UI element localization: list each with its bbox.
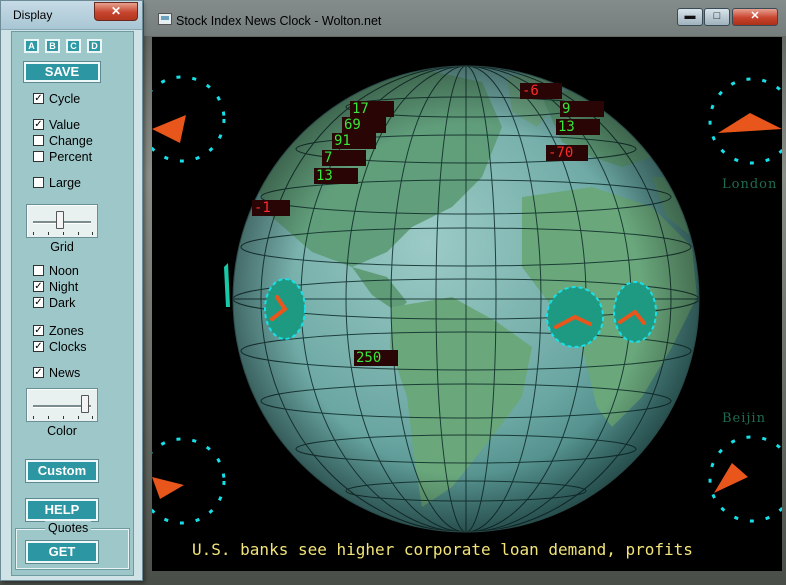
corner-hand-top-left <box>152 115 186 143</box>
corner-hand-top-right <box>718 113 782 133</box>
slider-tick <box>92 416 93 419</box>
slider-tick <box>33 232 34 235</box>
cycle-label: Cycle <box>49 92 81 106</box>
noon-label: Noon <box>49 264 79 278</box>
slider-tick <box>48 232 49 235</box>
window-title: Stock Index News Clock - Wolton.net <box>176 14 382 28</box>
night-checkbox-box[interactable]: ✓ <box>33 281 44 292</box>
noon-checkbox-box[interactable] <box>33 265 44 276</box>
display-panel-title: Display <box>13 8 53 22</box>
color-label: Color <box>47 424 77 438</box>
change-checkbox-box[interactable] <box>33 135 44 146</box>
large-label: Large <box>49 176 81 190</box>
preset-d-button[interactable]: D <box>87 39 102 53</box>
preset-a-button[interactable]: A <box>24 39 39 53</box>
quotes-group: Quotes GET <box>15 521 130 570</box>
corner-hand-bottom-right <box>714 463 748 493</box>
index-value-label[interactable]: -6 <box>520 83 562 99</box>
globe-canvas[interactable]: 17 69 91 7 13 -1 -6 9 13 -70 250 London … <box>152 37 782 571</box>
slider-tick <box>63 232 64 235</box>
clock-window: Stock Index News Clock - Wolton.net ▬ □ … <box>144 0 786 585</box>
index-value-label[interactable]: 69 <box>342 117 386 133</box>
display-panel-window: Display ✕ A B C D SAVE ✓ Cycle ✓ Value Cha… <box>0 0 143 581</box>
display-panel-titlebar[interactable]: Display ✕ <box>1 1 142 30</box>
custom-button[interactable]: Custom <box>25 459 99 483</box>
slider-tick <box>78 232 79 235</box>
dark-label: Dark <box>49 296 76 310</box>
slider-tick <box>63 416 64 419</box>
index-value-label[interactable]: 17 <box>350 101 394 117</box>
index-value-label[interactable]: -70 <box>546 145 588 161</box>
percent-checkbox-box[interactable] <box>33 151 44 162</box>
dark-checkbox-box[interactable]: ✓ <box>33 297 44 308</box>
display-panel-close-button[interactable]: ✕ <box>94 2 138 21</box>
slider-tick <box>48 416 49 419</box>
minimize-button[interactable]: ▬ <box>677 8 703 26</box>
close-button[interactable]: ✕ <box>732 8 778 26</box>
index-value-label[interactable]: 9 <box>560 101 604 117</box>
help-button[interactable]: HELP <box>25 498 99 522</box>
clock-africa-right <box>613 281 657 343</box>
quotes-label: Quotes <box>45 521 92 535</box>
color-slider[interactable] <box>26 388 98 422</box>
display-panel-body: A B C D SAVE ✓ Cycle ✓ Value Change Percen… <box>11 31 134 576</box>
index-value-label[interactable]: 13 <box>556 119 600 135</box>
slider-tick <box>33 416 34 419</box>
grid-slider-thumb[interactable] <box>56 211 64 229</box>
index-value-label[interactable]: 13 <box>314 168 358 184</box>
clock-window-titlebar[interactable]: Stock Index News Clock - Wolton.net ▬ □ … <box>144 0 786 36</box>
corner-hand-bottom-left <box>152 477 184 499</box>
grid-label: Grid <box>50 240 74 254</box>
percent-label: Percent <box>49 150 93 164</box>
clocks-checkbox-box[interactable]: ✓ <box>33 341 44 352</box>
zones-checkbox-box[interactable]: ✓ <box>33 325 44 336</box>
news-ticker[interactable]: U.S. banks see higher corporate loan dem… <box>192 540 693 559</box>
app-icon <box>158 13 172 25</box>
cycle-checkbox-box[interactable]: ✓ <box>33 93 44 104</box>
index-value-label[interactable]: 250 <box>354 350 398 366</box>
grid-slider[interactable] <box>26 204 98 238</box>
zones-label: Zones <box>49 324 84 338</box>
value-label: Value <box>49 118 81 132</box>
get-quotes-button[interactable]: GET <box>25 540 99 564</box>
preset-c-button[interactable]: C <box>66 39 81 53</box>
slider-tick <box>78 416 79 419</box>
preset-b-button[interactable]: B <box>45 39 60 53</box>
index-value-label[interactable]: -1 <box>252 200 290 216</box>
color-slider-thumb[interactable] <box>81 395 89 413</box>
night-label: Night <box>49 280 79 294</box>
clock-africa-left <box>546 286 604 348</box>
clocks-label: Clocks <box>49 340 87 354</box>
save-button[interactable]: SAVE <box>23 61 101 83</box>
clock-edge-sliver <box>224 263 230 307</box>
large-checkbox-box[interactable] <box>33 177 44 188</box>
news-checkbox-box[interactable]: ✓ <box>33 367 44 378</box>
city-label-london: London <box>722 177 778 192</box>
change-label: Change <box>49 134 93 148</box>
globe-graphic <box>152 65 782 533</box>
index-value-label[interactable]: 91 <box>332 133 376 149</box>
maximize-button[interactable]: □ <box>704 8 730 26</box>
slider-tick <box>92 232 93 235</box>
clock-west <box>264 278 306 340</box>
index-value-label[interactable]: 7 <box>322 150 366 166</box>
city-label-beijing: Beijin <box>722 411 766 426</box>
value-checkbox-box[interactable]: ✓ <box>33 119 44 130</box>
news-label: News <box>49 366 81 380</box>
